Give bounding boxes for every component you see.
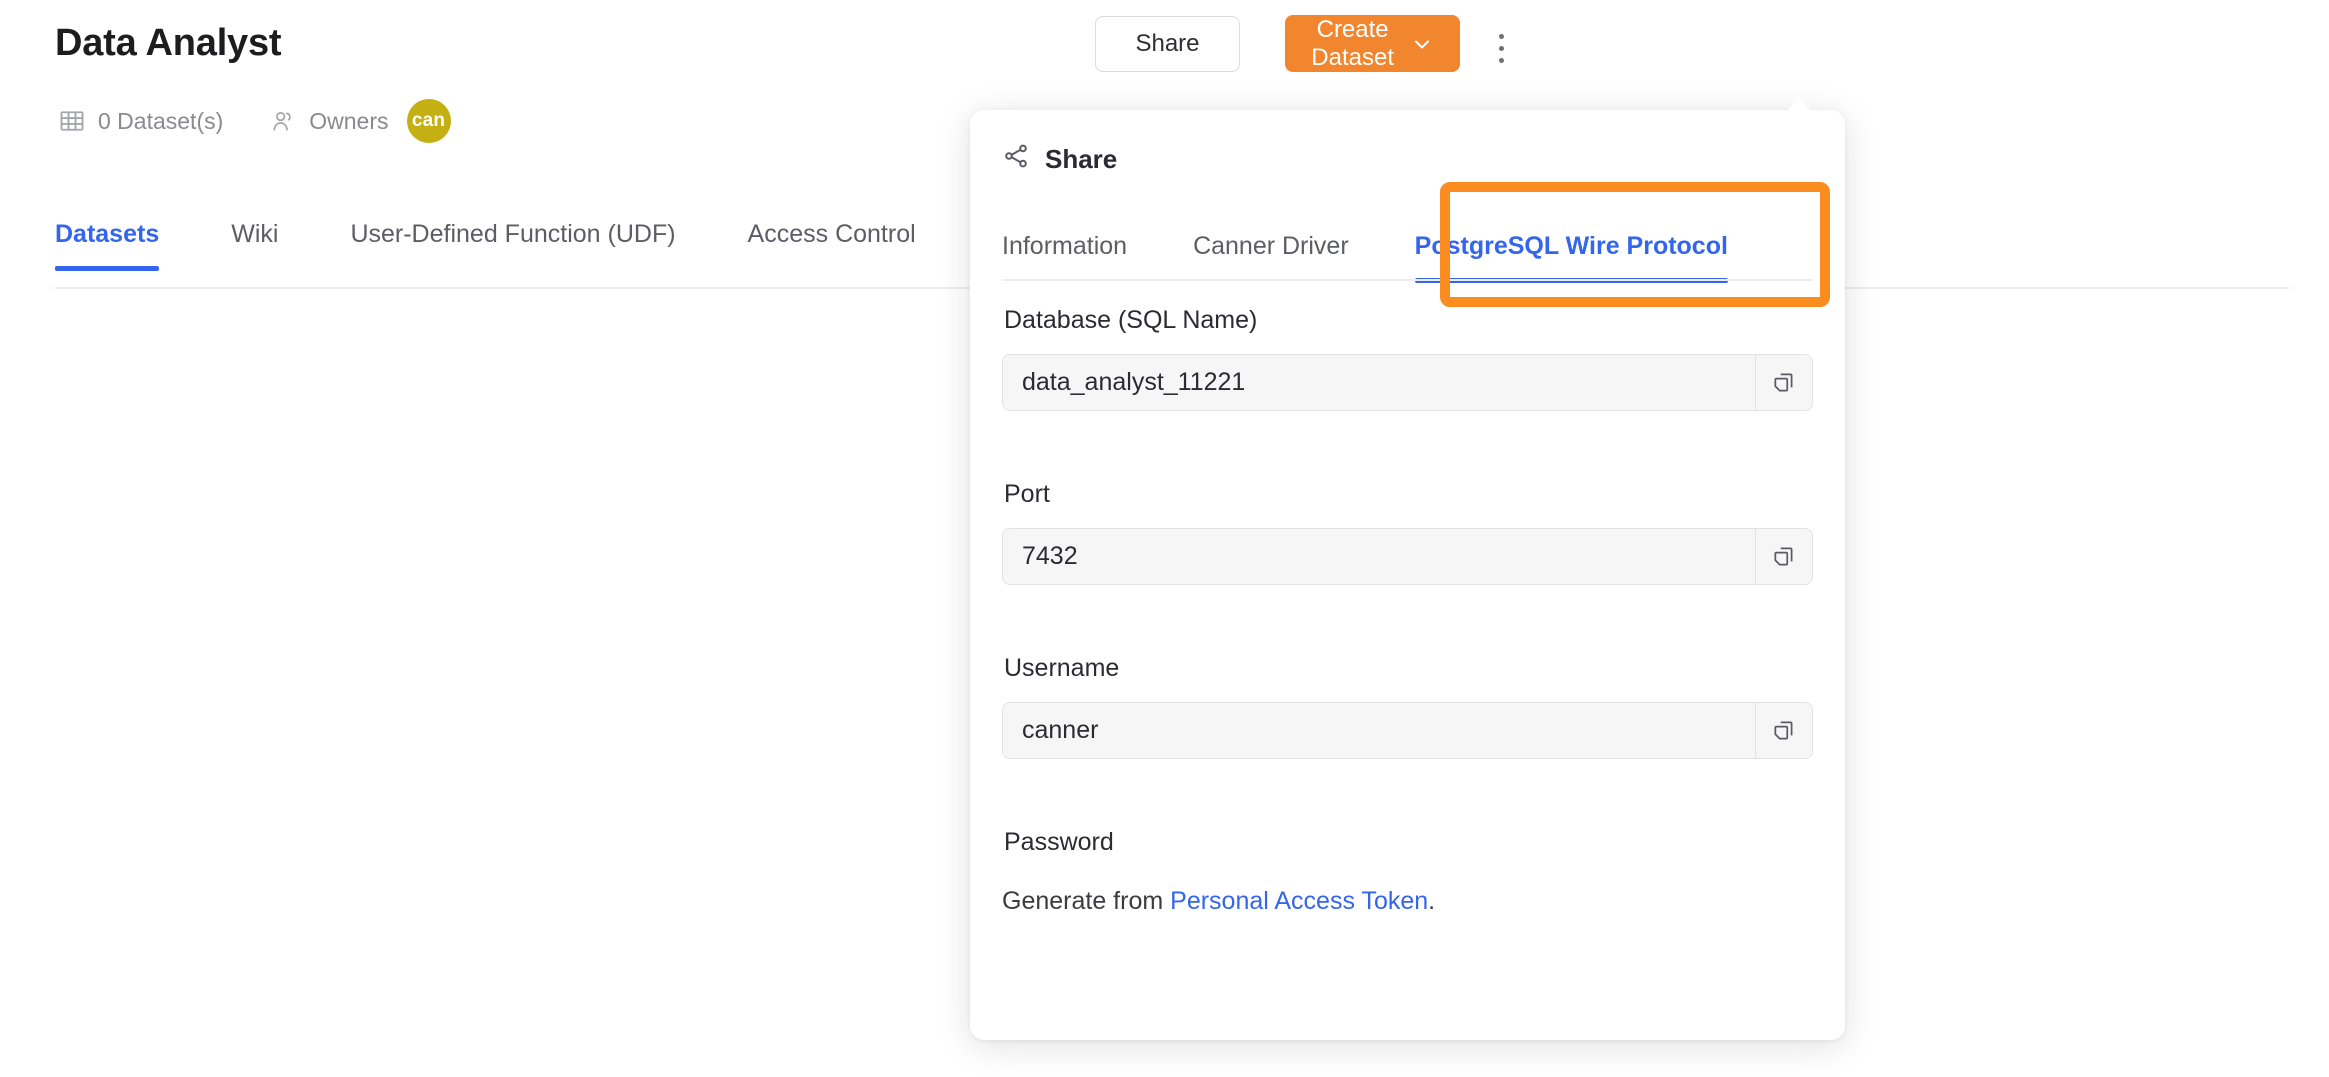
personal-access-token-link[interactable]: Personal Access Token [1170, 887, 1428, 915]
dataset-count-label: 0 Dataset(s) [98, 107, 224, 134]
tab-access-control[interactable]: Access Control [748, 220, 916, 271]
field-username-row: canner [1002, 702, 1813, 759]
popover-header: Share [1002, 142, 1117, 177]
main-tab-list: Datasets Wiki User-Defined Function (UDF… [55, 220, 988, 271]
page-meta-row: 0 Dataset(s) Owners can [58, 99, 451, 143]
field-spacer [1002, 759, 1813, 828]
field-database-label: Database (SQL Name) [1004, 306, 1258, 334]
password-note: Generate from Personal Access Token. [1002, 887, 1813, 916]
password-note-suffix: . [1428, 887, 1436, 915]
field-username-value[interactable]: canner [1003, 703, 1755, 758]
copy-icon[interactable] [1755, 703, 1812, 758]
grid-icon [58, 107, 86, 135]
field-password-label: Password [1004, 828, 1114, 856]
create-dataset-button[interactable]: Create Dataset [1285, 15, 1460, 72]
field-database: Database (SQL Name) data_analyst_11221 [1002, 306, 1813, 411]
popover-tab-canner-driver[interactable]: Canner Driver [1193, 232, 1349, 283]
owners-label: Owners [309, 107, 389, 134]
tab-datasets[interactable]: Datasets [55, 220, 160, 271]
connection-fields: Database (SQL Name) data_analyst_11221 P… [1002, 306, 1813, 916]
field-port-row: 7432 [1002, 528, 1813, 585]
tab-wiki[interactable]: Wiki [231, 220, 278, 271]
popover-title: Share [1045, 144, 1118, 174]
kebab-menu-icon[interactable] [1485, 28, 1517, 68]
copy-icon[interactable] [1755, 529, 1812, 584]
page-title: Data Analyst [55, 22, 282, 64]
tab-udf[interactable]: User-Defined Function (UDF) [350, 220, 675, 271]
field-username-label: Username [1004, 654, 1120, 682]
field-database-row: data_analyst_11221 [1002, 354, 1813, 411]
share-button[interactable]: Share [1095, 16, 1240, 72]
field-spacer [1002, 585, 1813, 654]
chevron-down-icon [1410, 32, 1434, 56]
popover-tab-postgresql-wire-protocol[interactable]: PostgreSQL Wire Protocol [1414, 232, 1729, 283]
share-popover: Share Information Canner Driver PostgreS… [970, 97, 1845, 1040]
field-port: Port 7432 [1002, 480, 1813, 585]
field-password: Password Generate from Personal Access T… [1002, 828, 1813, 916]
password-note-prefix: Generate from [1002, 887, 1171, 915]
popover-tab-information[interactable]: Information [1002, 232, 1127, 283]
app-root: Data Analyst 0 Dataset(s) Owners can Sha… [0, 0, 2329, 1077]
create-dataset-label: Create Dataset [1311, 15, 1394, 71]
share-icon [1002, 142, 1030, 177]
kebab-dot [1498, 45, 1504, 51]
dataset-count: 0 Dataset(s) [58, 107, 223, 135]
avatar[interactable]: can [406, 99, 451, 143]
kebab-dot [1498, 57, 1504, 63]
popover-tabs-divider [1002, 279, 1813, 281]
field-database-value[interactable]: data_analyst_11221 [1003, 355, 1755, 410]
owners-group: Owners can [269, 99, 451, 143]
field-port-label: Port [1004, 480, 1050, 508]
field-username: Username canner [1002, 654, 1813, 759]
users-icon [269, 107, 297, 135]
copy-icon[interactable] [1755, 355, 1812, 410]
field-port-value[interactable]: 7432 [1003, 529, 1755, 584]
popover-tab-list: Information Canner Driver PostgreSQL Wir… [1002, 232, 1729, 283]
kebab-dot [1498, 33, 1504, 39]
field-spacer [1002, 411, 1813, 480]
